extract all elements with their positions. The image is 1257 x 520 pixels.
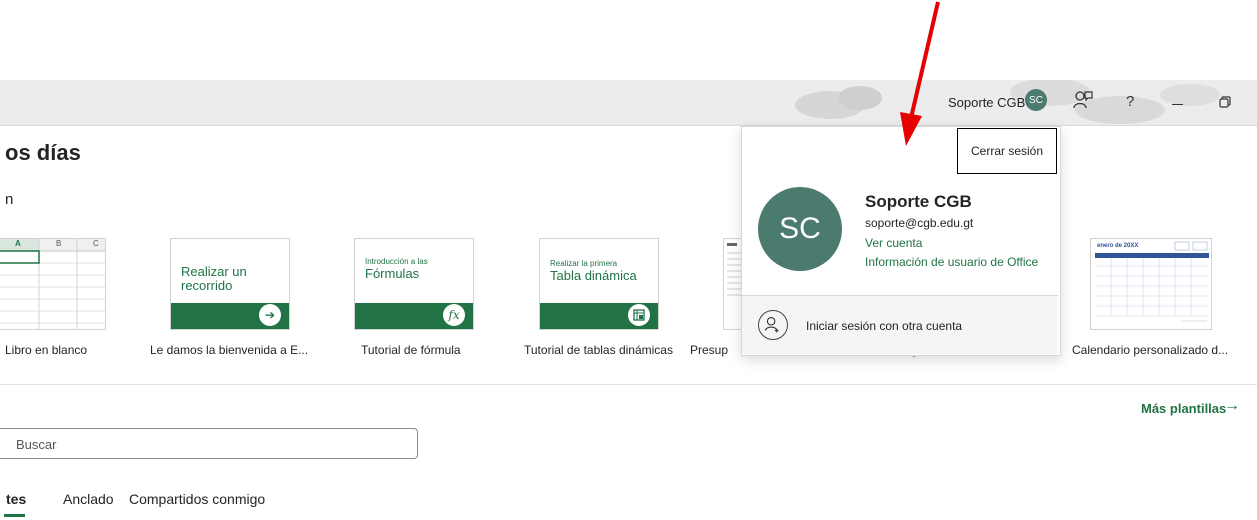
section-divider: [0, 384, 1257, 385]
feedback-icon[interactable]: [1072, 89, 1094, 111]
add-account-icon[interactable]: [758, 310, 788, 340]
annotation-arrow-icon: [900, 1, 940, 146]
sign-in-other-account-link[interactable]: Iniciar sesión con otra cuenta: [806, 319, 962, 333]
template-label: Calendario personalizado d...: [1072, 343, 1229, 357]
pivot-table-icon: [628, 304, 650, 326]
sign-out-button[interactable]: Cerrar sesión: [957, 128, 1057, 174]
spreadsheet-grid-icon: [0, 239, 105, 329]
help-icon[interactable]: ?: [1126, 93, 1134, 110]
tile-title: Tabla dinámica: [550, 268, 637, 283]
tile-title: Fórmulas: [365, 266, 420, 281]
search-input[interactable]: [0, 428, 418, 459]
tour-template[interactable]: Realizar un recorrido ➔: [170, 238, 290, 330]
account-email: soporte@cgb.edu.gt: [865, 216, 974, 230]
office-user-info-link[interactable]: Información de usuario de Office: [865, 255, 1038, 269]
tile-subtitle: Realizar la primera: [550, 259, 618, 268]
column-header: C: [93, 239, 99, 248]
pivot-tutorial-template[interactable]: Realizar la primera Tabla dinámica: [539, 238, 659, 330]
minimize-icon[interactable]: [1172, 104, 1183, 105]
account-display-name: Soporte CGB: [865, 192, 972, 211]
more-templates-link[interactable]: Más plantillas: [1141, 401, 1226, 416]
arrow-right-icon[interactable]: →: [1224, 397, 1240, 415]
tile-subtitle: Introducción a las: [365, 257, 428, 266]
calendar-template[interactable]: enero de 20XX: [1090, 238, 1212, 330]
calendar-preview-icon: [1095, 241, 1209, 322]
function-icon: fx: [443, 304, 465, 326]
tile-title: Realizar un recorrido: [181, 264, 247, 293]
template-label: Presup: [690, 343, 729, 357]
greeting-heading: os días: [5, 140, 81, 165]
view-account-link[interactable]: Ver cuenta: [865, 236, 922, 250]
search-placeholder: Buscar: [16, 437, 57, 452]
new-section-heading: n: [5, 191, 14, 208]
tab-shared-with-me[interactable]: Compartidos conmigo: [129, 491, 265, 507]
formula-tutorial-template[interactable]: Introducción a las Fórmulas fx: [354, 238, 474, 330]
account-avatar[interactable]: SC: [1025, 89, 1047, 111]
template-label: Tutorial de fórmula: [361, 343, 461, 357]
restore-icon[interactable]: [1219, 96, 1231, 108]
account-avatar-large: SC: [758, 187, 842, 271]
active-tab-indicator: [4, 514, 25, 517]
template-label: Libro en blanco: [5, 343, 88, 357]
tab-recent[interactable]: tes: [6, 491, 26, 507]
account-name[interactable]: Soporte CGB: [948, 95, 1025, 110]
template-label: Tutorial de tablas dinámicas: [524, 343, 673, 357]
blank-workbook-template[interactable]: A B C: [0, 238, 106, 330]
column-header: A: [15, 239, 21, 248]
arrow-right-icon: ➔: [259, 304, 281, 326]
column-header: B: [56, 239, 62, 248]
template-label: Le damos la bienvenida a E...: [150, 343, 309, 357]
tab-pinned[interactable]: Anclado: [63, 491, 114, 507]
